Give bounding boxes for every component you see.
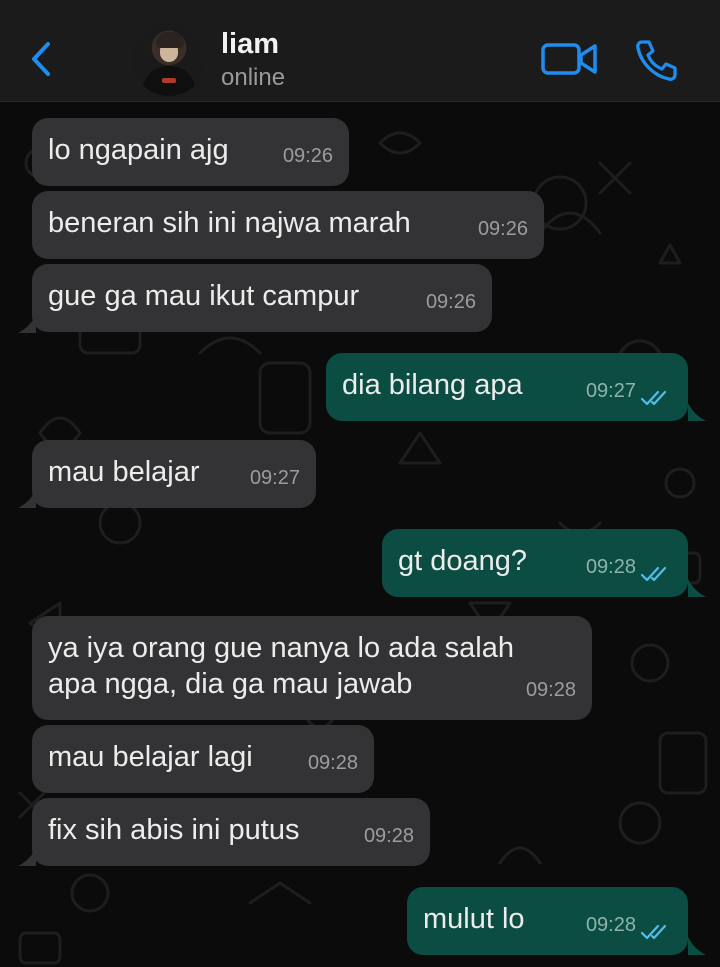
message-text: lo ngapain ajg [48, 134, 229, 166]
message-text: gt doang? [398, 545, 528, 577]
read-receipt-icon [640, 566, 667, 582]
message-text: mau belajar [48, 456, 200, 488]
message-bubble-outgoing[interactable]: dia bilang apa 09:27 [326, 353, 688, 421]
message-text: gue ga mau ikut campur [48, 280, 360, 312]
message-time: 09:27 [249, 467, 300, 489]
message-time: 09:28 [525, 679, 576, 701]
bubble-tail [688, 937, 706, 955]
message-bubble-incoming[interactable]: fix sih abis ini putus 09:28 [32, 798, 430, 866]
message-bubble-incoming[interactable]: ya iya orang gue nanya lo ada salah apa … [32, 616, 592, 720]
chat-area[interactable]: lo ngapain ajg 09:26 beneran sih ini naj… [0, 103, 720, 967]
message-time: 09:27 [585, 380, 636, 402]
bubble-tail [688, 579, 706, 597]
message-bubble-incoming[interactable]: mau belajar lagi 09:28 [32, 725, 374, 793]
back-chevron-icon[interactable] [28, 38, 58, 80]
message-text: dia bilang apa [342, 369, 523, 401]
message-bubble-incoming[interactable]: gue ga mau ikut campur 09:26 [32, 264, 492, 332]
message-time: 09:28 [585, 914, 636, 936]
message-time: 09:26 [282, 145, 333, 167]
message-bubble-outgoing[interactable]: gt doang? 09:28 [382, 529, 688, 597]
message-text: mau belajar lagi [48, 741, 253, 773]
message-bubble-outgoing[interactable]: mulut lo 09:28 [407, 887, 688, 955]
message-text: beneran sih ini najwa marah [48, 207, 411, 239]
message-bubble-incoming[interactable]: lo ngapain ajg 09:26 [32, 118, 349, 186]
message-time: 09:28 [307, 752, 358, 774]
message-time: 09:28 [363, 825, 414, 847]
message-text: ya iya orang gue nanya lo ada salah apa … [48, 632, 514, 700]
message-time: 09:26 [425, 291, 476, 313]
bubble-tail [688, 403, 706, 421]
message-bubble-incoming[interactable]: mau belajar 09:27 [32, 440, 316, 508]
avatar[interactable] [132, 22, 206, 96]
message-time: 09:28 [585, 556, 636, 578]
phone-call-icon[interactable] [634, 38, 680, 82]
read-receipt-icon [640, 390, 667, 406]
read-receipt-icon [640, 924, 667, 940]
bubble-tail [18, 315, 36, 333]
message-text: mulut lo [423, 903, 525, 935]
video-call-icon[interactable] [540, 40, 598, 78]
message-bubble-incoming[interactable]: beneran sih ini najwa marah 09:26 [32, 191, 544, 259]
contact-status: online [221, 64, 286, 91]
message-time: 09:26 [477, 218, 528, 240]
chat-header: liam online [0, 0, 720, 102]
contact-name[interactable]: liam [221, 28, 279, 61]
bubble-tail [18, 490, 36, 508]
message-text: fix sih abis ini putus [48, 814, 300, 846]
bubble-tail [18, 848, 36, 866]
